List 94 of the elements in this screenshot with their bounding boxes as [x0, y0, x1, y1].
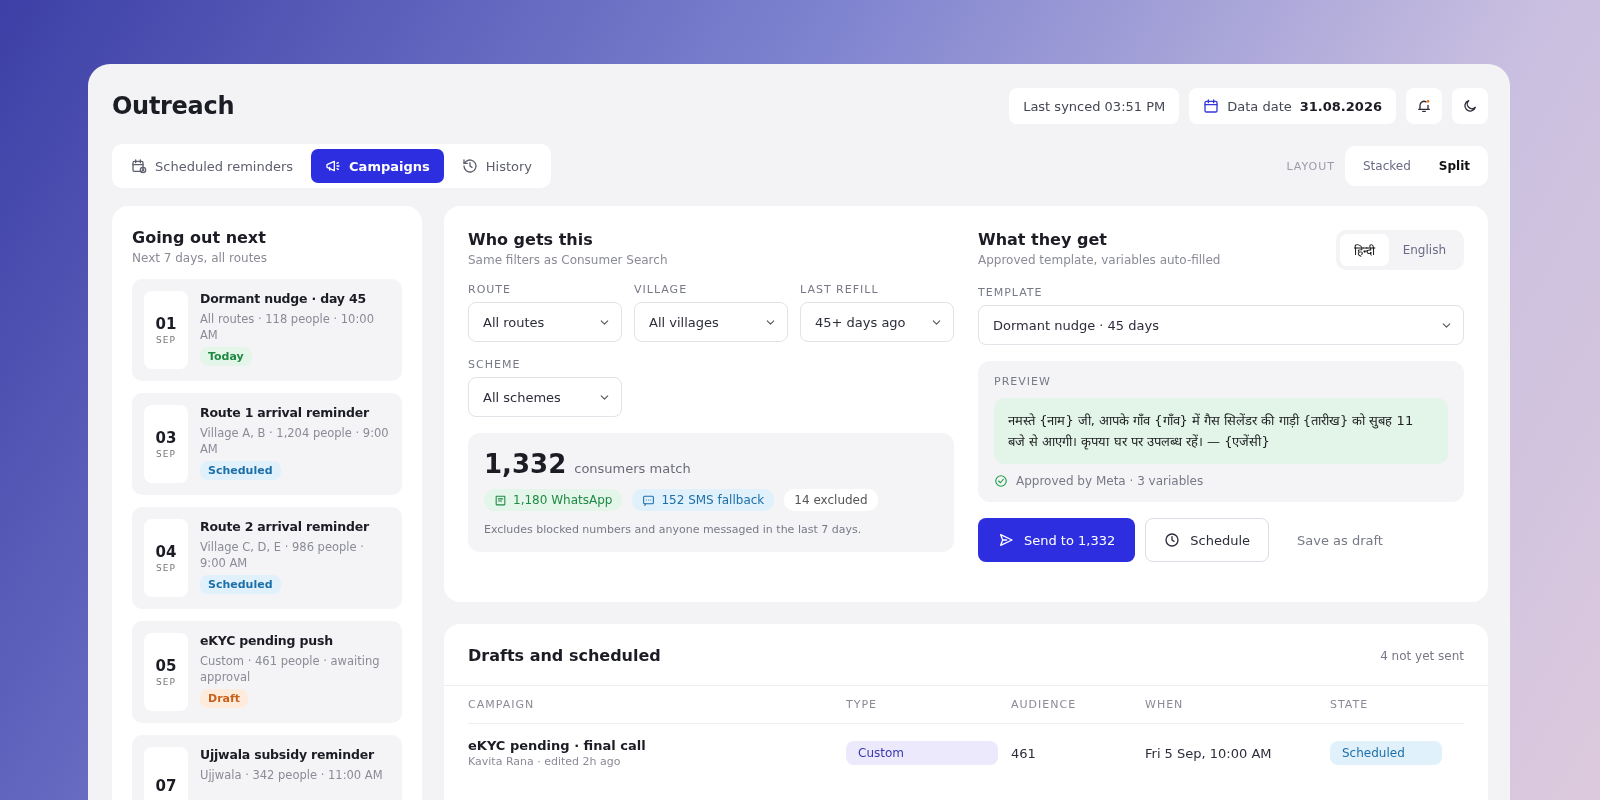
approval-note: Approved by Meta · 3 variables: [1016, 474, 1204, 488]
type-tag: Custom: [846, 741, 998, 765]
schedule-card[interactable]: 07 Ujjwala subsidy reminder Ujjwala · 342 people · 11:00 AM: [132, 735, 402, 800]
section-subtitle: Same filters as Consumer Search: [468, 253, 669, 267]
moon-icon: [1462, 98, 1478, 114]
reminder-title: Ujjwala subsidy reminder: [200, 747, 374, 762]
layout-option[interactable]: Stacked: [1349, 150, 1425, 182]
message-bubble: नमस्ते {नाम} जी, आपके गाँव {गाँव} में गैस सिलेंडर की गाड़ी {तारीख} को सुबह 11 बजे से आएगी। कृपया घर पर उपलब्ध रहें। — {एजेंसी}: [994, 398, 1448, 464]
schedule-card[interactable]: 03 SEP Route 1 arrival reminder Village A, B · 1,204 people · 9:00 AM Scheduled: [132, 393, 402, 495]
language-option[interactable]: हिन्दी: [1339, 234, 1389, 266]
day-number: 05: [155, 657, 177, 675]
megaphone-icon: [325, 158, 342, 174]
layout-option[interactable]: Split: [1424, 150, 1484, 182]
dropdown-field[interactable]: All villages: [634, 302, 788, 342]
match-note: Excludes blocked numbers and anyone messaged in the last 7 days.: [484, 523, 863, 536]
day-number: 04: [155, 543, 177, 561]
check-circle-icon: [994, 474, 1008, 488]
reminder-details: Village C, D, E · 986 people · 9:00 AM: [200, 539, 365, 571]
section-title: Drafts and scheduled: [468, 646, 661, 665]
data-date-label: Data date: [1227, 98, 1292, 114]
schedule-card[interactable]: 05 SEP eKYC pending push Custom · 461 people · awaiting approval Draft: [132, 621, 402, 723]
reminder-title: Dormant nudge · day 45: [200, 291, 366, 306]
tab[interactable]: History: [447, 149, 546, 183]
section-subtitle: Approved template, variables auto-filled: [978, 253, 1221, 267]
page-title: Outreach: [112, 92, 235, 120]
schedule-card[interactable]: 01 SEP Dormant nudge · day 45 All routes · 118 people · 10:00 AM Today: [132, 279, 402, 381]
drafts-count: 4 not yet sent: [1380, 648, 1464, 663]
month-label: SEP: [156, 677, 176, 687]
dropdown-field[interactable]: 45+ days ago: [800, 302, 954, 342]
field-label: TEMPLATE: [978, 286, 1044, 299]
column-header: WHEN: [1145, 686, 1330, 724]
field-label: LAST REFILL: [800, 283, 880, 296]
template-dropdown[interactable]: Dormant nudge · 45 days: [978, 305, 1464, 345]
schedule-card[interactable]: 04 SEP Route 2 arrival reminder Village C, D, E · 986 people · 9:00 AM Scheduled: [132, 507, 402, 609]
dropdown-field[interactable]: All routes: [468, 302, 622, 342]
reminder-title: Route 1 arrival reminder: [200, 405, 369, 420]
notifications-button[interactable]: [1406, 88, 1442, 124]
field-label: VILLAGE: [634, 283, 689, 296]
month-label: SEP: [156, 335, 176, 345]
month-label: SEP: [156, 449, 176, 459]
column-header: STATE: [1330, 686, 1464, 724]
status-tag: Today: [200, 347, 252, 366]
theme-toggle-button[interactable]: [1452, 88, 1488, 124]
last-synced-label: Last synced 03:51 PM: [1009, 88, 1180, 124]
channel-count: 152 SMS fallback: [661, 493, 765, 507]
column-header: TYPE: [846, 686, 1011, 724]
reminder-title: eKYC pending push: [200, 633, 333, 648]
campaign-name: eKYC pending · final call: [468, 738, 646, 753]
data-date-chip[interactable]: Data date 31.08.2026: [1189, 88, 1396, 124]
clock-icon: [1164, 532, 1181, 548]
field-label: SCHEME: [468, 358, 522, 371]
panel-subtitle: Next 7 days, all routes: [132, 251, 268, 265]
message-icon: [642, 493, 656, 507]
send-icon: [998, 532, 1014, 548]
table-cell: Fri 5 Sep, 10:00 AM: [1145, 745, 1272, 761]
status-tag: Draft: [200, 689, 249, 708]
day-number: 03: [155, 429, 177, 447]
reminder-details: Village A, B · 1,204 people · 9:00 AM: [200, 425, 390, 457]
schedule-button[interactable]: Schedule: [1145, 518, 1270, 562]
data-date-value: 31.08.2026: [1299, 98, 1382, 114]
reminder-details: All routes · 118 people · 10:00 AM: [200, 311, 375, 343]
dropdown-field[interactable]: All schemes: [468, 377, 622, 417]
section-title: What they get: [978, 230, 1108, 249]
calendar-icon: [131, 158, 147, 174]
reminder-title: Route 2 arrival reminder: [200, 519, 369, 534]
campaign-byline: Kavita Rana · edited 2h ago: [468, 755, 621, 768]
reminder-details: Custom · 461 people · awaiting approval: [200, 653, 381, 685]
day-number: 01: [155, 315, 177, 333]
column-header: CAMPAIGN: [468, 686, 846, 724]
month-label: SEP: [156, 563, 176, 573]
tab[interactable]: Campaigns: [311, 149, 444, 183]
preview-label: PREVIEW: [994, 375, 1052, 388]
history-icon: [461, 158, 478, 174]
status-tag: Scheduled: [200, 575, 281, 594]
layout-label: LAYOUT: [1286, 159, 1335, 173]
channel-count: 14 excluded: [794, 493, 868, 507]
send-button[interactable]: Send to 1,332: [978, 518, 1136, 562]
field-label: ROUTE: [468, 283, 513, 296]
reminder-details: Ujjwala · 342 people · 11:00 AM: [200, 767, 383, 783]
state-tag: Scheduled: [1330, 741, 1442, 765]
day-number: 07: [155, 777, 177, 795]
column-header: AUDIENCE: [1011, 686, 1145, 724]
tab[interactable]: Scheduled reminders: [117, 149, 308, 183]
match-count: 1,332: [484, 449, 567, 479]
section-title: Who gets this: [468, 230, 594, 249]
table-cell: 461: [1011, 745, 1036, 761]
chat-icon: [494, 493, 507, 507]
channel-count: 1,180 WhatsApp: [513, 493, 613, 507]
language-option[interactable]: English: [1388, 234, 1460, 266]
status-tag: Scheduled: [200, 461, 281, 480]
match-label: consumers match: [574, 461, 691, 476]
save-draft-link[interactable]: Save as draft: [1279, 518, 1401, 562]
calendar-icon: [1203, 98, 1220, 114]
panel-title: Going out next: [132, 228, 267, 247]
